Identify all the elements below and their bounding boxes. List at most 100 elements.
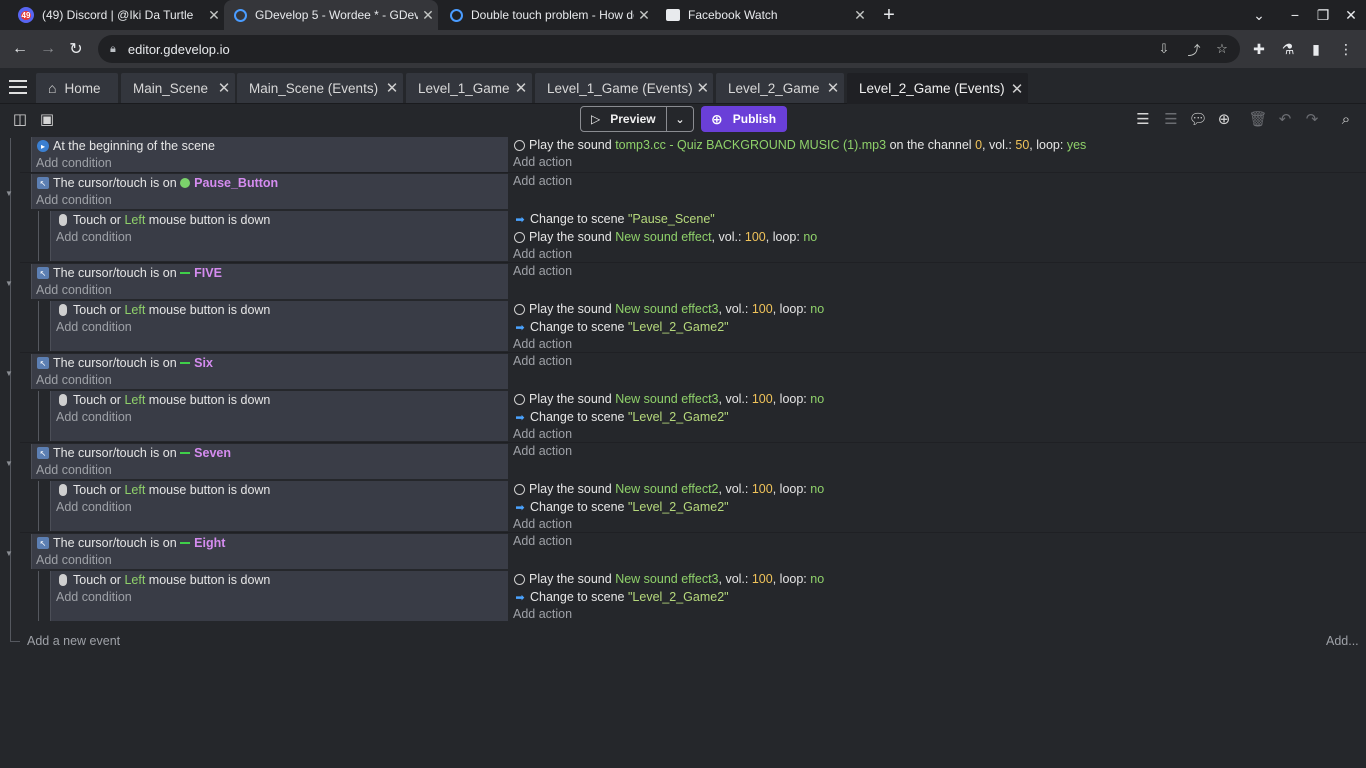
hamburger-menu-icon[interactable]: [6, 76, 30, 98]
add-condition-link[interactable]: Add condition: [36, 553, 112, 567]
action-row[interactable]: Play the sound New sound effect, vol.: 1…: [514, 230, 817, 244]
action-row[interactable]: ➡ Change to scene "Level_2_Game2": [514, 410, 728, 424]
close-window-icon[interactable]: ✕: [1336, 0, 1366, 30]
condition-row[interactable]: Touch or Left mouse button is down: [57, 393, 270, 407]
action-row[interactable]: ➡ Change to scene "Pause_Scene": [514, 212, 714, 226]
address-bar[interactable]: 🔒︎ editor.gdevelop.io: [98, 35, 1240, 63]
action-row[interactable]: Play the sound New sound effect3, vol.: …: [514, 302, 824, 316]
close-tab-icon[interactable]: ✕: [1006, 80, 1028, 98]
add-condition-link[interactable]: Add condition: [56, 230, 132, 244]
minimize-icon[interactable]: −: [1280, 0, 1310, 30]
action-row[interactable]: Play the sound New sound effect3, vol.: …: [514, 392, 824, 406]
add-action-link[interactable]: Add action: [513, 337, 572, 351]
collapse-chevron-icon[interactable]: ▼: [5, 280, 15, 288]
add-action-link[interactable]: Add action: [513, 174, 572, 188]
browser-menu-icon[interactable]: ⋮: [1332, 30, 1360, 68]
browser-tab-facebook[interactable]: Facebook Watch ✕: [656, 0, 870, 30]
tab-level-1-game[interactable]: Level_1_Game ✕: [406, 73, 532, 103]
condition-row[interactable]: ↖ The cursor/touch is on Pause_Button: [37, 176, 278, 190]
tab-search-chevron-icon[interactable]: ⌄: [1244, 0, 1274, 30]
add-condition-link[interactable]: Add condition: [36, 373, 112, 387]
close-tab-icon[interactable]: ✕: [693, 79, 713, 97]
delete-trash-icon[interactable]: 🗑︎: [1246, 108, 1270, 130]
add-condition-link[interactable]: Add condition: [36, 463, 112, 477]
add-sub-event-icon[interactable]: ☰: [1159, 108, 1183, 130]
bookmark-star-icon[interactable]: ☆: [1210, 35, 1234, 63]
action-row[interactable]: ➡ Change to scene "Level_2_Game2": [514, 320, 728, 334]
forward-arrow-icon[interactable]: →: [34, 30, 62, 68]
collapse-chevron-icon[interactable]: ▼: [5, 190, 15, 198]
add-action-link[interactable]: Add action: [513, 517, 572, 531]
add-event-icon[interactable]: ☰: [1131, 108, 1155, 130]
add-new-event-link[interactable]: Add a new event: [27, 634, 120, 648]
condition-row[interactable]: ↖ The cursor/touch is on Seven: [37, 446, 231, 460]
labs-flask-icon[interactable]: ⚗: [1274, 30, 1302, 68]
side-panel-icon[interactable]: ▮: [1302, 30, 1330, 68]
add-action-link[interactable]: Add action: [513, 264, 572, 278]
collapse-chevron-icon[interactable]: ▼: [5, 370, 15, 378]
tab-home[interactable]: ⌂ Home: [36, 73, 118, 103]
collapse-chevron-icon[interactable]: ▼: [5, 460, 15, 468]
condition-row[interactable]: Touch or Left mouse button is down: [57, 573, 270, 587]
new-tab-plus-icon[interactable]: +: [874, 0, 904, 30]
action-row[interactable]: ➡ Change to scene "Level_2_Game2": [514, 590, 728, 604]
condition-row[interactable]: ▸ At the beginning of the scene: [37, 139, 215, 153]
tab-level-1-game-events[interactable]: Level_1_Game (Events) ✕: [535, 73, 713, 103]
add-action-link[interactable]: Add action: [513, 155, 572, 169]
add-action-link[interactable]: Add action: [513, 607, 572, 621]
condition-row[interactable]: Touch or Left mouse button is down: [57, 213, 270, 227]
add-action-link[interactable]: Add action: [513, 534, 572, 548]
close-tab-icon[interactable]: ✕: [850, 7, 870, 24]
condition-row[interactable]: Touch or Left mouse button is down: [57, 303, 270, 317]
publish-button[interactable]: ⊕ Publish: [701, 106, 787, 132]
reload-icon[interactable]: ↻: [62, 30, 90, 68]
condition-row[interactable]: ↖ The cursor/touch is on Eight: [37, 536, 225, 550]
add-condition-link[interactable]: Add condition: [36, 193, 112, 207]
condition-row[interactable]: ↖ The cursor/touch is on Six: [37, 356, 213, 370]
close-tab-icon[interactable]: ✕: [204, 7, 224, 24]
tab-level-2-game[interactable]: Level_2_Game ✕: [716, 73, 844, 103]
add-action-link[interactable]: Add action: [513, 247, 572, 261]
action-row[interactable]: Play the sound New sound effect2, vol.: …: [514, 482, 824, 496]
add-condition-link[interactable]: Add condition: [56, 410, 132, 424]
share-icon[interactable]: ⤴: [1182, 35, 1206, 63]
add-condition-link[interactable]: Add condition: [36, 156, 112, 170]
add-other-icon[interactable]: ⊕: [1212, 108, 1236, 130]
close-tab-icon[interactable]: ✕: [418, 7, 438, 24]
action-row[interactable]: Play the sound New sound effect3, vol.: …: [514, 572, 824, 586]
preview-options-chevron-icon[interactable]: ⌄: [667, 113, 693, 126]
add-condition-link[interactable]: Add condition: [36, 283, 112, 297]
close-tab-icon[interactable]: ✕: [381, 79, 403, 97]
restore-icon[interactable]: ❐: [1308, 0, 1338, 30]
add-action-link[interactable]: Add action: [513, 354, 572, 368]
condition-row[interactable]: Touch or Left mouse button is down: [57, 483, 270, 497]
close-tab-icon[interactable]: ✕: [213, 79, 235, 97]
add-condition-link[interactable]: Add condition: [56, 500, 132, 514]
tab-main-scene-events[interactable]: Main_Scene (Events) ✕: [237, 73, 403, 103]
install-app-icon[interactable]: ⇩: [1152, 35, 1176, 63]
close-tab-icon[interactable]: ✕: [634, 7, 654, 24]
panels-layout-icon[interactable]: ◫: [8, 108, 32, 130]
browser-tab-discord[interactable]: 49 (49) Discord | @Iki Da Turtle ✕: [8, 0, 224, 30]
collapse-chevron-icon[interactable]: ▼: [5, 550, 15, 558]
action-row[interactable]: Play the sound tomp3.cc - Quiz BACKGROUN…: [514, 138, 1086, 152]
redo-icon[interactable]: ↷: [1300, 108, 1324, 130]
browser-tab-gdevelop[interactable]: GDevelop 5 - Wordee * - GDevelop ✕: [224, 0, 438, 30]
search-icon[interactable]: ⌕: [1334, 108, 1358, 130]
back-arrow-icon[interactable]: ←: [6, 30, 34, 68]
add-condition-link[interactable]: Add condition: [56, 590, 132, 604]
add-comment-icon[interactable]: 💬︎: [1186, 108, 1210, 130]
close-tab-icon[interactable]: ✕: [510, 79, 532, 97]
preview-button[interactable]: ▷ Preview ⌄: [580, 106, 694, 132]
preview-main[interactable]: ▷ Preview: [581, 107, 667, 131]
action-row[interactable]: ➡ Change to scene "Level_2_Game2": [514, 500, 728, 514]
add-action-link[interactable]: Add action: [513, 427, 572, 441]
save-icon[interactable]: ▣: [35, 108, 59, 130]
tab-main-scene[interactable]: Main_Scene ✕: [121, 73, 235, 103]
close-tab-icon[interactable]: ✕: [822, 79, 844, 97]
add-more-link[interactable]: Add...: [1326, 634, 1359, 648]
extensions-puzzle-icon[interactable]: ✚: [1245, 30, 1273, 68]
browser-tab-forum[interactable]: Double touch problem - How do ✕: [440, 0, 654, 30]
tab-level-2-game-events[interactable]: Level_2_Game (Events) ✕: [847, 73, 1028, 104]
add-condition-link[interactable]: Add condition: [56, 320, 132, 334]
